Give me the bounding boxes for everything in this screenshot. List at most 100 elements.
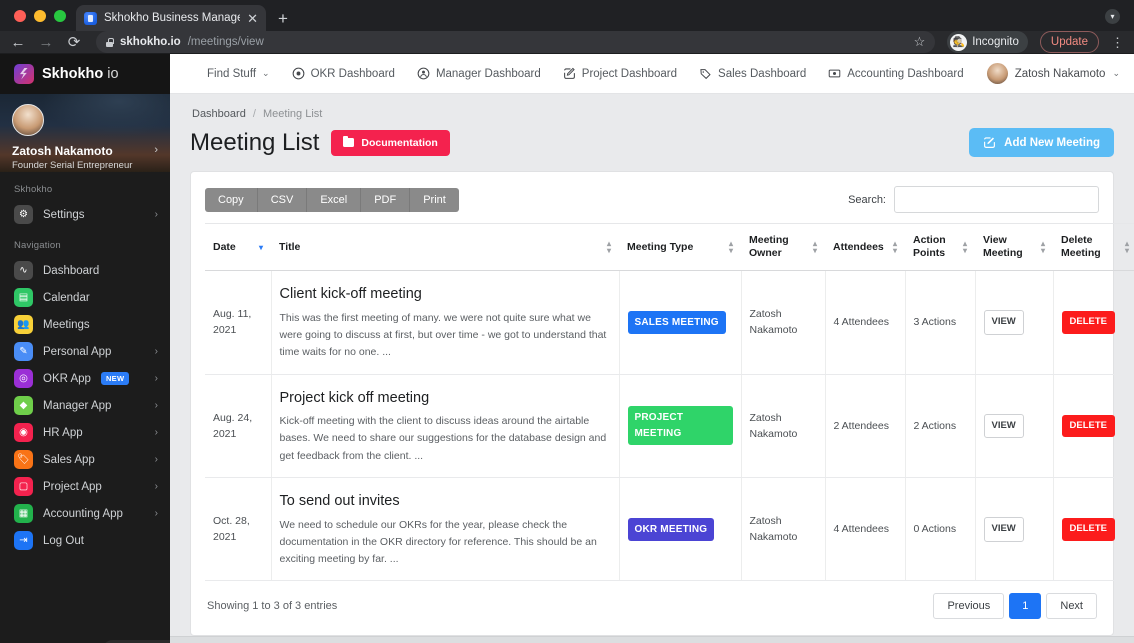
export-button-group: Copy CSV Excel PDF Print [205,187,459,212]
browser-tab[interactable]: Skhokho Business Management ✕ [76,5,266,31]
cell-view-meeting: VIEW [975,270,1054,375]
browser-menu-icon[interactable]: ⋮ [1111,36,1124,49]
sidebar-item-personal-app[interactable]: ✎ Personal App › [0,338,170,365]
sidebar: Zatosh Nakamoto Founder Serial Entrepren… [0,94,170,643]
sidebar-item-settings[interactable]: ⚙ Settings › [0,201,170,228]
cell-delete-meeting: DELETE [1053,270,1134,375]
table-row[interactable]: Aug. 11, 2021 Client kick-off meeting Th… [205,270,1134,375]
copy-button[interactable]: Copy [205,187,258,212]
view-meeting-button[interactable]: VIEW [983,310,1024,335]
sidebar-item-label: Accounting App [43,507,123,520]
user-menu[interactable]: Zatosh Nakamoto ⌄ [986,63,1120,84]
reload-icon[interactable]: ⟳ [66,35,82,50]
csv-button[interactable]: CSV [257,187,308,212]
next-page-button[interactable]: Next [1046,593,1097,620]
page-1-button[interactable]: 1 [1009,593,1042,620]
meeting-description: We need to schedule our OKRs for the yea… [279,518,597,566]
nav-item-find-stuff[interactable]: Find Stuff ⌄ [188,67,270,80]
people-icon: 👥 [14,315,33,334]
delete-meeting-button[interactable]: DELETE [1061,517,1115,541]
table-row[interactable]: Aug. 24, 2021 Project kick off meeting K… [205,374,1134,479]
brand-name: Skhokho [42,65,104,82]
incognito-indicator[interactable]: 🕵 Incognito [947,31,1028,53]
delete-meeting-button[interactable]: DELETE [1061,311,1115,334]
back-icon[interactable]: ← [10,35,26,50]
delete-meeting-button[interactable]: DELETE [1061,414,1115,438]
sidebar-item-label: Manager App [43,399,112,412]
add-new-meeting-button[interactable]: Add New Meeting [969,128,1114,157]
new-tab-button[interactable]: + [278,10,288,27]
sidebar-item-project-app[interactable]: ▢ Project App › [0,473,170,500]
sort-icon: ▴ ▾ [606,238,611,256]
meeting-type-badge: SALES MEETING [627,310,726,335]
table-header-row: Date ▾ Title ▴ ▾ Meeting Type ▴ ▾ Meetin… [205,222,1134,272]
brand-logo-area[interactable]: Skhokho io [0,53,170,94]
sidebar-item-hr-app[interactable]: ◉ HR App › [0,419,170,446]
sidebar-profile-role: Founder Serial Entrepreneur [12,160,133,171]
search-input[interactable] [894,186,1099,213]
chevron-down-icon: ⌄ [1112,68,1120,78]
sort-icon: ▴ ▾ [728,238,733,256]
sidebar-item-log-out[interactable]: ⇥ Log Out [0,527,170,554]
breadcrumb-dashboard[interactable]: Dashboard [192,108,246,120]
sidebar-item-label: Meetings [43,318,90,331]
avatar [986,63,1008,84]
close-window-button[interactable] [14,9,26,22]
nav-item-manager-dashboard[interactable]: Manager Dashboard [417,67,541,80]
sidebar-item-meetings[interactable]: 👥 Meetings [0,311,170,338]
previous-page-button[interactable]: Previous [933,593,1005,620]
column-header-meeting-type[interactable]: Meeting Type ▴ ▾ [619,222,741,272]
column-header-action-points[interactable]: Action Points ▴ ▾ [905,222,975,272]
excel-button[interactable]: Excel [307,187,362,212]
table-body: Aug. 11, 2021 Client kick-off meeting Th… [205,270,1134,582]
column-header-title[interactable]: Title ▴ ▾ [271,222,619,272]
column-label: View Meeting [983,234,1023,260]
bookmark-star-icon[interactable]: ☆ [914,34,926,50]
sidebar-item-sales-app[interactable]: 🏷 Sales App › [0,446,170,473]
sidebar-profile[interactable]: Zatosh Nakamoto Founder Serial Entrepren… [0,94,170,172]
documentation-button[interactable]: Documentation [331,129,450,156]
cell-attendees: 2 Attendees [825,374,906,479]
nav-label: Manager Dashboard [435,67,541,80]
nav-label: Project Dashboard [581,67,678,80]
table-row[interactable]: Oct. 28, 2021 To send out invites We nee… [205,477,1134,582]
nav-item-sales-dashboard[interactable]: Sales Dashboard [699,67,806,80]
chevron-right-icon: › [154,427,158,438]
sidebar-item-manager-app[interactable]: ◆ Manager App › [0,392,170,419]
meeting-list-card: Copy CSV Excel PDF Print Search: Date ▾ … [190,171,1134,637]
view-meeting-button[interactable]: VIEW [983,516,1024,542]
grid-icon [188,67,201,80]
maximize-window-button[interactable] [54,9,66,22]
close-icon[interactable]: ✕ [247,12,258,25]
nav-item-okr-dashboard[interactable]: OKR Dashboard [292,67,395,80]
sidebar-item-calendar[interactable]: ▤ Calendar [0,284,170,311]
chevron-down-icon[interactable]: ▾ [1105,9,1120,24]
column-header-attendees[interactable]: Attendees ▴ ▾ [825,222,905,272]
forward-icon[interactable]: → [38,35,54,50]
table-toolbar: Copy CSV Excel PDF Print Search: [205,186,1099,223]
sidebar-item-okr-app[interactable]: ◎ OKR App NEW › [0,365,170,392]
column-header-meeting-owner[interactable]: Meeting Owner ▴ ▾ [741,222,825,272]
view-meeting-button[interactable]: VIEW [983,413,1024,439]
sidebar-item-accounting-app[interactable]: ▦ Accounting App › [0,500,170,527]
column-header-delete-meeting[interactable]: Delete Meeting ▴ ▾ [1053,222,1134,272]
sidebar-item-dashboard[interactable]: ∿ Dashboard [0,257,170,284]
nav-item-project-dashboard[interactable]: Project Dashboard [563,67,677,80]
address-bar[interactable]: skhokho.io/meetings/view ☆ [96,31,936,53]
column-header-date[interactable]: Date ▾ [205,222,271,272]
sidebar-item-label: Personal App [43,345,112,358]
top-navigation-bar: Skhokho io Find Stuff ⌄ OKR Dashboard Ma… [0,53,1134,94]
column-header-view-meeting[interactable]: View Meeting ▴ ▾ [975,222,1053,272]
column-label: Meeting Type [627,240,694,253]
update-button[interactable]: Update [1039,31,1099,53]
minimize-window-button[interactable] [34,9,46,22]
user-name: Zatosh Nakamoto [1014,67,1106,80]
cell-action-points: 2 Actions [905,374,976,479]
pdf-button[interactable]: PDF [361,187,411,212]
print-button[interactable]: Print [410,187,459,212]
cell-meeting-type: SALES MEETING [619,270,742,375]
cell-attendees: 4 Attendees [825,477,906,582]
nav-item-accounting-dashboard[interactable]: Accounting Dashboard [828,67,964,80]
cell-action-points: 0 Actions [905,477,976,582]
cell-meeting-owner: Zatosh Nakamoto [741,374,826,479]
